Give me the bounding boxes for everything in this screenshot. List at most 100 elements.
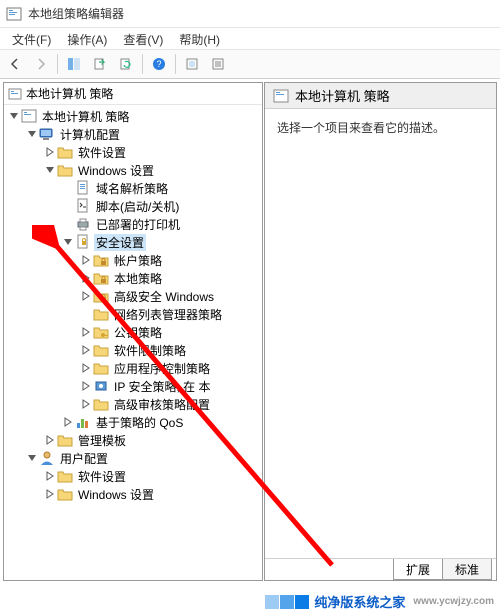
twisty-icon[interactable] (8, 110, 20, 122)
refresh-button[interactable] (114, 52, 138, 76)
menu-help[interactable]: 帮助(H) (171, 30, 228, 47)
tree-node[interactable]: 计算机配置 (4, 125, 262, 143)
tree-node[interactable]: 公钥策略 (4, 323, 262, 341)
twisty-icon (80, 308, 92, 320)
twisty-icon[interactable] (80, 290, 92, 302)
detail-tabs: 扩展 标准 (265, 558, 496, 580)
twisty-icon (62, 200, 74, 212)
toolbar: ? (0, 49, 500, 79)
folder-icon (93, 360, 109, 376)
twisty-icon[interactable] (44, 470, 56, 482)
tree-node-label: 高级审核策略配置 (112, 396, 212, 413)
twisty-icon (62, 218, 74, 230)
twisty-icon[interactable] (80, 344, 92, 356)
toolbar-separator (57, 54, 58, 74)
tree-node-label: 安全设置 (94, 234, 146, 251)
details-view-button[interactable] (62, 52, 86, 76)
tree-node-label: 应用程序控制策略 (112, 360, 212, 377)
tree-node[interactable]: IP 安全策略, 在 本 (4, 377, 262, 395)
help-button[interactable]: ? (147, 52, 171, 76)
tree-node-label: 域名解析策略 (94, 180, 170, 197)
folder-icon (93, 396, 109, 412)
tree-node[interactable]: 应用程序控制策略 (4, 359, 262, 377)
tree-node-label: 帐户策略 (112, 252, 164, 269)
folderlock-icon (93, 288, 109, 304)
tree-node[interactable]: 高级审核策略配置 (4, 395, 262, 413)
tree-node[interactable]: 高级安全 Windows (4, 287, 262, 305)
folderkey-icon (93, 324, 109, 340)
tree-node-label: 脚本(启动/关机) (94, 198, 181, 215)
tree-node[interactable]: Windows 设置 (4, 485, 262, 503)
printer-icon (75, 216, 91, 232)
watermark-square-icon (265, 595, 279, 609)
menu-view[interactable]: 查看(V) (115, 30, 171, 47)
tree-scroll[interactable]: 本地计算机 策略计算机配置软件设置Windows 设置域名解析策略脚本(启动/关… (4, 105, 262, 580)
twisty-icon[interactable] (26, 452, 38, 464)
tree: 本地计算机 策略计算机配置软件设置Windows 设置域名解析策略脚本(启动/关… (4, 105, 262, 505)
user-icon (39, 450, 55, 466)
window-title: 本地组策略编辑器 (28, 5, 124, 22)
extra-button-1[interactable] (180, 52, 204, 76)
chart-icon (75, 414, 91, 430)
twisty-icon[interactable] (80, 272, 92, 284)
tree-node-label: 高级安全 Windows (112, 288, 216, 305)
tree-node[interactable]: 软件设置 (4, 143, 262, 161)
twisty-icon[interactable] (80, 362, 92, 374)
tree-node[interactable]: Windows 设置 (4, 161, 262, 179)
export-button[interactable] (88, 52, 112, 76)
folder-icon (57, 162, 73, 178)
tree-node[interactable]: 管理模板 (4, 431, 262, 449)
tree-node[interactable]: 基于策略的 QoS (4, 413, 262, 431)
tree-header-label: 本地计算机 策略 (26, 85, 113, 102)
policy-icon (273, 88, 289, 104)
folder-icon (57, 432, 73, 448)
tree-node[interactable]: 本地策略 (4, 269, 262, 287)
tree-node[interactable]: 脚本(启动/关机) (4, 197, 262, 215)
twisty-icon[interactable] (44, 164, 56, 176)
tab-extended[interactable]: 扩展 (393, 559, 443, 580)
twisty-icon[interactable] (26, 128, 38, 140)
extra-button-2[interactable] (206, 52, 230, 76)
tree-node[interactable]: 已部署的打印机 (4, 215, 262, 233)
tree-header: 本地计算机 策略 (4, 83, 262, 105)
computer-icon (39, 126, 55, 142)
twisty-icon[interactable] (44, 146, 56, 158)
twisty-icon[interactable] (62, 416, 74, 428)
tree-node[interactable]: 帐户策略 (4, 251, 262, 269)
tree-node-label: 软件限制策略 (112, 342, 188, 359)
policy-icon (8, 87, 22, 101)
folder-icon (93, 342, 109, 358)
folderlock-icon (93, 252, 109, 268)
twisty-icon[interactable] (80, 254, 92, 266)
detail-body: 选择一个项目来查看它的描述。 (265, 109, 496, 558)
tree-node-label: 管理模板 (76, 432, 128, 449)
menu-file[interactable]: 文件(F) (4, 30, 59, 47)
forward-button[interactable] (29, 52, 53, 76)
tree-node[interactable]: 本地计算机 策略 (4, 107, 262, 125)
horizontal-scrollbar[interactable] (4, 580, 262, 581)
tree-node-label: 软件设置 (76, 144, 128, 161)
twisty-icon[interactable] (44, 434, 56, 446)
folder-icon (57, 486, 73, 502)
tree-pane: 本地计算机 策略 本地计算机 策略计算机配置软件设置Windows 设置域名解析… (3, 82, 263, 581)
twisty-icon[interactable] (80, 326, 92, 338)
tree-node-label: Windows 设置 (76, 162, 156, 179)
watermark-square-icon (295, 595, 309, 609)
tree-node[interactable]: 安全设置 (4, 233, 262, 251)
back-button[interactable] (3, 52, 27, 76)
menu-action[interactable]: 操作(A) (59, 30, 115, 47)
folder-icon (93, 306, 109, 322)
tree-node[interactable]: 用户配置 (4, 449, 262, 467)
tree-node-label: 基于策略的 QoS (94, 414, 185, 431)
tree-node[interactable]: 域名解析策略 (4, 179, 262, 197)
twisty-icon[interactable] (80, 398, 92, 410)
twisty-icon[interactable] (44, 488, 56, 500)
folder-icon (57, 468, 73, 484)
tree-node[interactable]: 网络列表管理器策略 (4, 305, 262, 323)
tab-standard[interactable]: 标准 (442, 559, 492, 580)
svg-text:?: ? (156, 59, 161, 69)
twisty-icon[interactable] (62, 236, 74, 248)
twisty-icon[interactable] (80, 380, 92, 392)
tree-node[interactable]: 软件设置 (4, 467, 262, 485)
tree-node[interactable]: 软件限制策略 (4, 341, 262, 359)
